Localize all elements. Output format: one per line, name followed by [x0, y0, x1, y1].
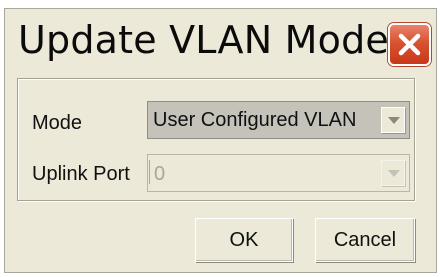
dialog-title: Update VLAN Mode	[18, 18, 389, 62]
uplink-port-dropdown-button[interactable]	[381, 160, 405, 186]
close-button[interactable]	[388, 23, 431, 66]
mode-dropdown-button[interactable]	[381, 107, 405, 133]
mode-label: Mode	[32, 112, 83, 134]
mode-selected-value: User Configured VLAN	[153, 109, 357, 131]
uplink-port-label: Uplink Port	[32, 163, 130, 185]
cancel-button[interactable]: Cancel	[315, 218, 415, 262]
ok-button[interactable]: OK	[195, 218, 293, 262]
uplink-port-selected-value: 0	[154, 163, 166, 185]
text-cursor	[149, 160, 150, 184]
dialog-titlebar[interactable]: Update VLAN Mode	[5, 9, 436, 73]
uplink-port-dropdown[interactable]: 0	[147, 154, 410, 192]
mode-dropdown[interactable]: User Configured VLAN	[147, 101, 410, 139]
